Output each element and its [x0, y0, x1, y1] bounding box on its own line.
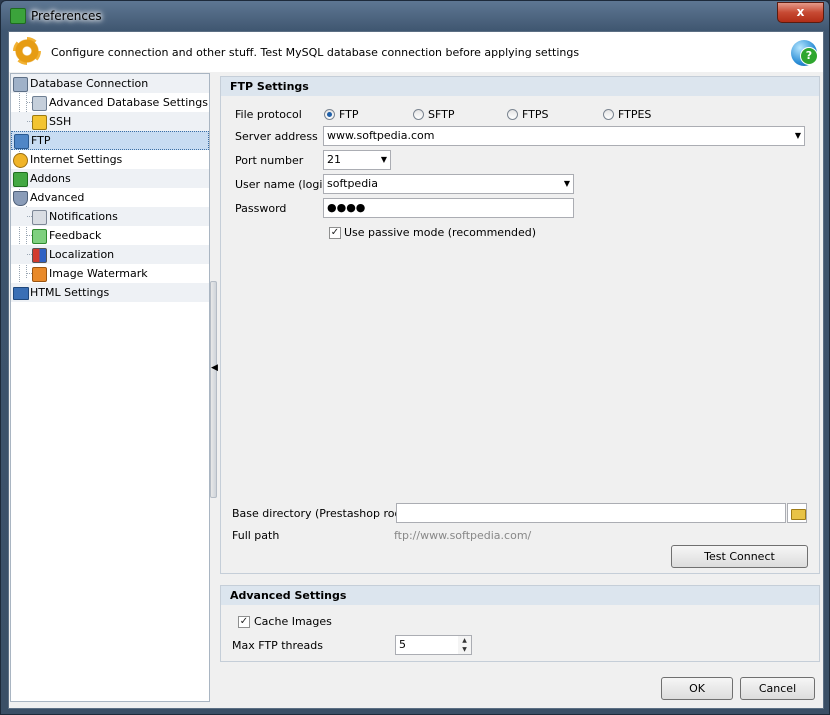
port-number-select[interactable]: 21 ▼ [323, 150, 391, 170]
lock-icon [32, 115, 47, 130]
tree-item-addons[interactable]: Addons [11, 169, 209, 188]
image-icon [32, 267, 47, 282]
tree-item-advanced[interactable]: Advanced [11, 188, 209, 207]
base-directory-label: Base directory (Prestashop root) [232, 507, 410, 520]
help-icon[interactable]: ? [791, 40, 818, 66]
password-input[interactable]: ●●●● [323, 198, 574, 218]
server-address-label: Server address [235, 130, 318, 143]
tree-item-localization[interactable]: Localization [11, 245, 209, 264]
globe-icon [13, 153, 28, 168]
header: Configure connection and other stuff. Te… [9, 32, 823, 72]
max-ftp-threads-value: 5 [399, 638, 406, 651]
title-bar[interactable]: Preferences x [1, 1, 829, 31]
shield-icon [13, 191, 28, 206]
feedback-icon [32, 229, 47, 244]
radio-sftp-label[interactable]: SFTP [428, 108, 454, 121]
user-name-input[interactable]: softpedia ▼ [323, 174, 574, 194]
database-settings-icon [32, 96, 47, 111]
server-address-input[interactable]: www.softpedia.com ▼ [323, 126, 805, 146]
radio-ftps-label[interactable]: FTPS [522, 108, 548, 121]
gear-icon [13, 37, 41, 65]
tree-item-image-watermark[interactable]: Image Watermark [11, 264, 209, 283]
radio-ftps[interactable] [507, 109, 518, 120]
settings-tree: Database Connection Advanced Database Se… [10, 73, 210, 702]
app-icon [10, 8, 26, 24]
window-title: Preferences [31, 9, 102, 23]
collapse-arrow-icon[interactable]: ◀ [211, 363, 218, 373]
tree-item-advanced-database-settings[interactable]: Advanced Database Settings [11, 93, 209, 112]
database-icon [13, 77, 28, 92]
tree-item-database-connection[interactable]: Database Connection [11, 74, 209, 93]
test-connect-button[interactable]: Test Connect [671, 545, 808, 568]
user-name-value: softpedia [327, 177, 378, 190]
passive-mode-checkbox[interactable]: ✓ [329, 227, 341, 239]
tree-item-feedback[interactable]: Feedback [11, 226, 209, 245]
file-protocol-label: File protocol [235, 108, 302, 121]
tree-item-ssh[interactable]: SSH [11, 112, 209, 131]
flag-icon [32, 248, 47, 263]
cache-images-label[interactable]: Cache Images [254, 615, 332, 628]
max-ftp-threads-input[interactable]: 5 [395, 635, 459, 655]
chevron-down-icon[interactable]: ▼ [381, 151, 387, 169]
tree-item-internet-settings[interactable]: Internet Settings [11, 150, 209, 169]
passive-mode-label[interactable]: Use passive mode (recommended) [344, 226, 536, 239]
close-button[interactable]: x [777, 2, 824, 23]
tree-item-ftp[interactable]: FTP [11, 131, 209, 150]
password-label: Password [235, 202, 287, 215]
ftp-settings-title: FTP Settings [221, 77, 819, 96]
full-path-value: ftp://www.softpedia.com/ [394, 529, 532, 542]
header-description: Configure connection and other stuff. Te… [51, 46, 580, 59]
cache-images-checkbox[interactable]: ✓ [238, 616, 250, 628]
client-area: Configure connection and other stuff. Te… [8, 31, 824, 709]
cancel-button[interactable]: Cancel [740, 677, 815, 700]
port-number-value: 21 [327, 153, 341, 166]
password-value: ●●●● [327, 201, 366, 214]
chevron-down-icon[interactable]: ▼ [795, 127, 801, 145]
splitter-handle[interactable] [210, 281, 217, 498]
panel-splitter[interactable]: ◀ [210, 73, 218, 702]
ok-button[interactable]: OK [661, 677, 733, 700]
radio-ftp-label[interactable]: FTP [339, 108, 359, 121]
port-number-label: Port number [235, 154, 304, 167]
server-address-value: www.softpedia.com [327, 129, 435, 142]
bell-icon [32, 210, 47, 225]
chevron-down-icon[interactable]: ▼ [564, 175, 570, 193]
ftp-settings-panel: FTP Settings File protocol FTP SFTP FTPS… [220, 76, 820, 574]
full-path-label: Full path [232, 529, 280, 542]
radio-ftpes[interactable] [603, 109, 614, 120]
user-name-label: User name (login) [235, 178, 334, 191]
radio-ftp[interactable] [324, 109, 335, 120]
tree-item-notifications[interactable]: Notifications [11, 207, 209, 226]
folder-open-icon[interactable] [787, 503, 807, 523]
preferences-window: Preferences x Configure connection and o… [0, 0, 830, 715]
puzzle-icon [13, 172, 28, 187]
advanced-settings-panel: Advanced Settings ✓ Cache Images Max FTP… [220, 585, 820, 662]
base-directory-input[interactable] [396, 503, 786, 523]
max-ftp-threads-label: Max FTP threads [232, 639, 324, 652]
advanced-settings-title: Advanced Settings [221, 586, 819, 605]
threads-spinner[interactable]: ▲ ▼ [458, 635, 472, 655]
network-icon [14, 134, 29, 149]
radio-ftpes-label[interactable]: FTPES [618, 108, 651, 121]
html-icon [13, 287, 29, 300]
tree-item-html-settings[interactable]: HTML Settings [11, 283, 209, 302]
radio-sftp[interactable] [413, 109, 424, 120]
